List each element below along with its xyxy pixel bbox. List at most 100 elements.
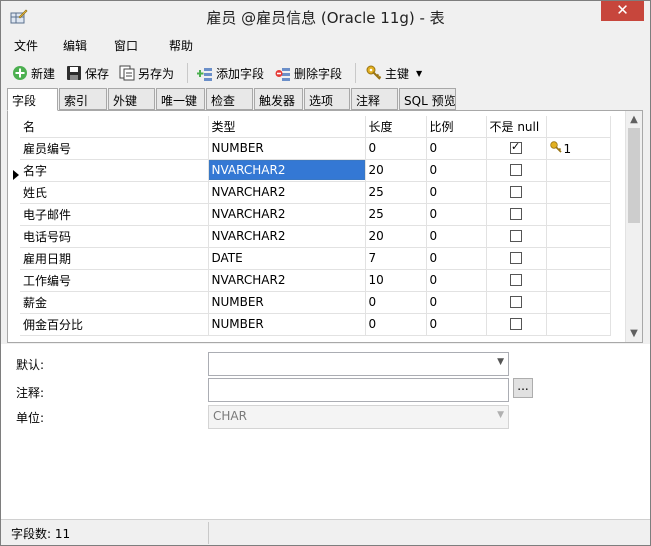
menu-help[interactable]: 帮助 <box>167 37 195 54</box>
not-null-checkbox[interactable] <box>510 208 522 220</box>
field-type-cell[interactable]: NUMBER <box>208 313 366 336</box>
tab-sql-preview[interactable]: SQL 预览 <box>399 88 456 110</box>
not-null-checkbox[interactable] <box>510 296 522 308</box>
comment-input[interactable] <box>208 378 509 402</box>
field-name-cell[interactable]: 电子邮件 <box>20 203 209 226</box>
column-header-name[interactable]: 名 <box>20 116 209 138</box>
field-length-cell[interactable]: 25 <box>365 181 427 204</box>
scroll-down-arrow-icon[interactable]: ▼ <box>626 325 642 342</box>
not-null-checkbox[interactable] <box>510 186 522 198</box>
not-null-cell[interactable] <box>486 181 547 204</box>
not-null-cell[interactable] <box>486 291 547 314</box>
tab-triggers[interactable]: 触发器 <box>254 88 303 110</box>
field-length-cell[interactable]: 25 <box>365 203 427 226</box>
table-row[interactable]: 电话号码 NVARCHAR2 20 0 <box>20 225 611 248</box>
field-name-cell[interactable]: 佣金百分比 <box>20 313 209 336</box>
field-length-cell[interactable]: 20 <box>365 225 427 248</box>
table-row[interactable]: 薪金 NUMBER 0 0 <box>20 291 611 314</box>
field-length-cell[interactable]: 0 <box>365 313 427 336</box>
type-cell-editor[interactable]: NVARCHAR2 <box>208 160 364 180</box>
field-type-cell[interactable]: NVARCHAR2 <box>208 181 366 204</box>
field-scale-cell[interactable]: 0 <box>426 313 487 336</box>
field-name-cell[interactable]: 薪金 <box>20 291 209 314</box>
table-row[interactable]: 佣金百分比 NUMBER 0 0 <box>20 313 611 336</box>
delete-field-button[interactable]: 删除字段 <box>275 63 342 83</box>
field-length-cell[interactable]: 0 <box>365 137 427 160</box>
close-button[interactable]: ✕ <box>601 1 644 21</box>
table-row[interactable]: 雇用日期 DATE 7 0 <box>20 247 611 270</box>
not-null-cell[interactable] <box>486 269 547 292</box>
field-name-cell[interactable]: 雇员编号 <box>20 137 209 160</box>
scroll-up-arrow-icon[interactable]: ▲ <box>626 111 642 128</box>
field-scale-cell[interactable]: 0 <box>426 225 487 248</box>
field-length-cell[interactable]: 10 <box>365 269 427 292</box>
column-header-scale[interactable]: 比例 <box>426 116 487 138</box>
scroll-thumb[interactable] <box>628 128 640 223</box>
add-field-button[interactable]: 添加字段 <box>196 63 264 83</box>
field-length-cell[interactable]: 0 <box>365 291 427 314</box>
tab-checks[interactable]: 检查 <box>206 88 253 110</box>
menu-edit[interactable]: 编辑 <box>61 37 89 54</box>
field-type-cell[interactable]: NVARCHAR2 <box>208 225 366 248</box>
field-length-cell[interactable]: 7 <box>365 247 427 270</box>
new-button[interactable]: 新建 <box>12 63 55 83</box>
table-row[interactable]: 工作编号 NVARCHAR2 10 0 <box>20 269 611 292</box>
field-scale-cell[interactable]: 0 <box>426 159 487 182</box>
tab-unique-keys[interactable]: 唯一键 <box>156 88 205 110</box>
comment-editor-button[interactable]: ... <box>513 378 533 398</box>
not-null-cell[interactable] <box>486 225 547 248</box>
primary-key-button[interactable]: 主键 ▼ <box>366 63 422 83</box>
menu-window[interactable]: 窗口 <box>112 37 140 54</box>
tab-options[interactable]: 选项 <box>304 88 350 110</box>
column-header-length[interactable]: 长度 <box>365 116 427 138</box>
not-null-checkbox[interactable] <box>510 274 522 286</box>
chevron-down-icon[interactable]: ▼ <box>416 69 422 78</box>
vertical-scrollbar[interactable]: ▲ ▼ <box>625 111 642 342</box>
not-null-cell[interactable] <box>486 313 547 336</box>
not-null-cell[interactable] <box>486 159 547 182</box>
field-scale-cell[interactable]: 0 <box>426 269 487 292</box>
status-bar: 字段数: 11 <box>1 519 650 545</box>
not-null-checkbox[interactable] <box>510 252 522 264</box>
field-type-cell[interactable]: NVARCHAR2 <box>208 203 366 226</box>
table-row[interactable]: 电子邮件 NVARCHAR2 25 0 <box>20 203 611 226</box>
menu-file[interactable]: 文件 <box>12 37 40 54</box>
chevron-down-icon[interactable]: ▼ <box>497 357 504 367</box>
not-null-checkbox[interactable] <box>510 140 522 154</box>
field-name-cell[interactable]: 名字 <box>20 159 209 182</box>
tab-foreign-keys[interactable]: 外键 <box>108 88 155 110</box>
field-name-cell[interactable]: 雇用日期 <box>20 247 209 270</box>
field-type-cell[interactable]: DATE <box>208 247 366 270</box>
field-name-cell[interactable]: 电话号码 <box>20 225 209 248</box>
field-type-cell[interactable]: NVARCHAR2 <box>208 159 366 182</box>
field-type-cell[interactable]: NUMBER <box>208 291 366 314</box>
save-button[interactable]: 保存 <box>66 63 109 83</box>
field-type-cell[interactable]: NUMBER <box>208 137 366 160</box>
not-null-cell[interactable] <box>486 203 547 226</box>
table-row[interactable]: 雇员编号 NUMBER 0 0 1 <box>20 137 611 160</box>
save-as-button[interactable]: 另存为 <box>119 63 174 83</box>
not-null-cell[interactable] <box>486 137 547 160</box>
not-null-checkbox[interactable] <box>510 318 522 330</box>
not-null-checkbox[interactable] <box>510 164 522 176</box>
not-null-cell[interactable] <box>486 247 547 270</box>
field-scale-cell[interactable]: 0 <box>426 137 487 160</box>
table-row[interactable]: 姓氏 NVARCHAR2 25 0 <box>20 181 611 204</box>
field-scale-cell[interactable]: 0 <box>426 247 487 270</box>
tab-indexes[interactable]: 索引 <box>59 88 107 110</box>
field-length-cell[interactable]: 20 <box>365 159 427 182</box>
not-null-checkbox[interactable] <box>510 230 522 242</box>
field-name-cell[interactable]: 工作编号 <box>20 269 209 292</box>
column-header-type[interactable]: 类型 <box>208 116 366 138</box>
table-row[interactable]: 名字 NVARCHAR2 20 0 <box>20 159 611 182</box>
field-name-cell[interactable]: 姓氏 <box>20 181 209 204</box>
field-scale-cell[interactable]: 0 <box>426 181 487 204</box>
current-row-indicator <box>13 170 19 180</box>
default-select[interactable]: ▼ <box>208 352 509 376</box>
field-scale-cell[interactable]: 0 <box>426 203 487 226</box>
tab-fields[interactable]: 字段 <box>7 88 58 111</box>
field-type-cell[interactable]: NVARCHAR2 <box>208 269 366 292</box>
column-header-not-null[interactable]: 不是 null <box>486 116 547 138</box>
tab-comments[interactable]: 注释 <box>351 88 398 110</box>
field-scale-cell[interactable]: 0 <box>426 291 487 314</box>
